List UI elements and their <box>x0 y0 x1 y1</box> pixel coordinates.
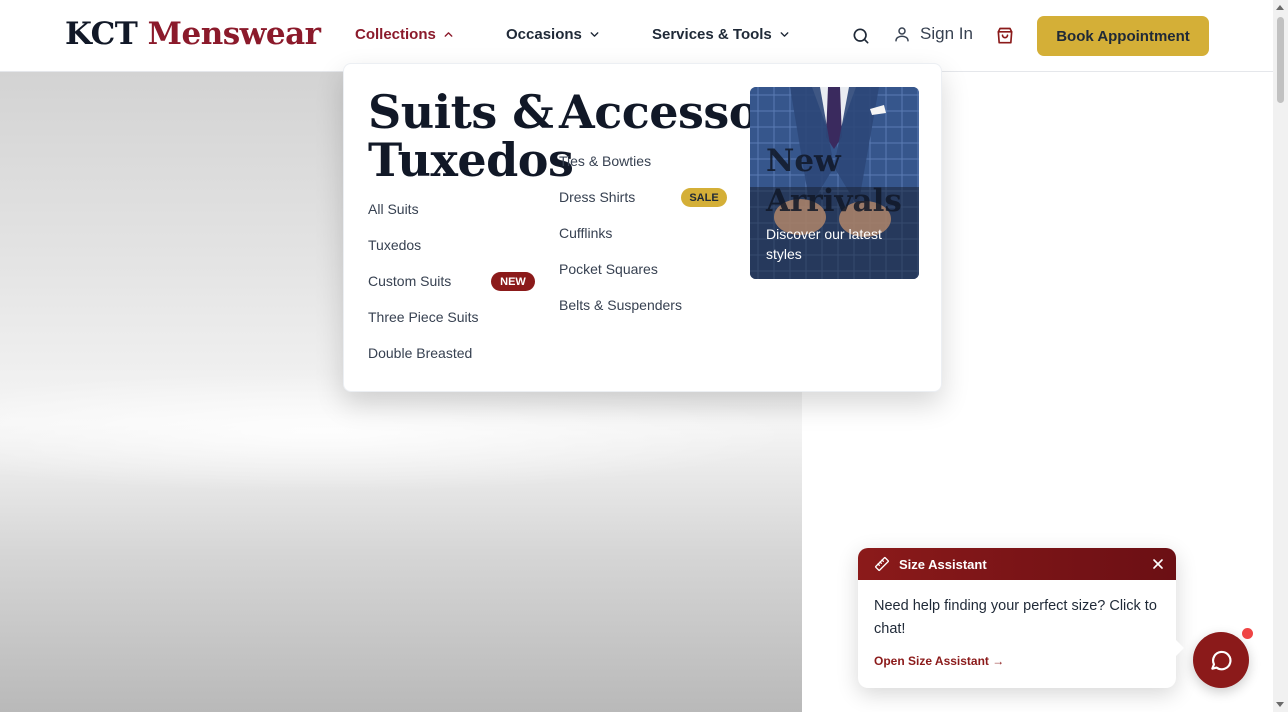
promo-title-line2: Arrivals <box>766 183 902 219</box>
scrollbar[interactable] <box>1273 0 1288 712</box>
notification-dot <box>1242 628 1253 639</box>
sign-in-label: Sign In <box>920 24 973 43</box>
book-appointment-button[interactable]: Book Appointment <box>1037 16 1209 56</box>
menu-link-cufflinks[interactable]: Cufflinks <box>559 225 612 241</box>
scroll-down-icon[interactable] <box>1276 702 1284 707</box>
new-arrivals-promo[interactable]: New Arrivals Discover our latest styles <box>750 87 919 279</box>
scrollbar-thumb[interactable] <box>1277 17 1284 103</box>
nav-occasions[interactable]: Occasions <box>506 26 601 43</box>
sign-in-link[interactable]: Sign In <box>893 24 973 44</box>
cart-button[interactable] <box>993 24 1017 48</box>
ruler-icon <box>875 557 889 571</box>
promo-title: New Arrivals <box>766 141 902 221</box>
chevron-down-icon <box>780 32 789 37</box>
suits-tuxedos-heading: Suits & Tuxedos <box>368 85 574 187</box>
nav-services-label: Services & Tools <box>652 26 772 43</box>
menu-link-custom-suits[interactable]: Custom Suits <box>368 273 451 289</box>
site-header: KCT Menswear Collections Occasions Servi… <box>0 0 1273 72</box>
brand-name-part2: Menswear <box>147 16 321 52</box>
open-size-assistant-link[interactable]: Open Size Assistant → <box>874 654 1004 668</box>
new-badge: NEW <box>491 272 535 291</box>
search-icon <box>853 28 869 44</box>
popup-pointer <box>1176 640 1184 656</box>
size-assistant-header: Size Assistant <box>858 548 1176 580</box>
collections-mega-menu: Suits & Tuxedos All Suits Tuxedos Custom… <box>343 63 942 392</box>
chevron-up-icon <box>444 32 453 37</box>
promo-subtitle: Discover our latest styles <box>766 226 882 262</box>
page: KCT Menswear Collections Occasions Servi… <box>0 0 1288 712</box>
nav-collections[interactable]: Collections <box>355 26 455 43</box>
menu-link-belts-suspenders[interactable]: Belts & Suspenders <box>559 297 682 313</box>
search-button[interactable] <box>849 24 873 48</box>
menu-link-pocket-squares[interactable]: Pocket Squares <box>559 261 658 277</box>
user-icon <box>895 27 909 42</box>
brand-logo[interactable]: KCT Menswear <box>65 16 321 52</box>
menu-link-dress-shirts[interactable]: Dress Shirts <box>559 189 635 205</box>
size-assistant-message: Need help finding your perfect size? Cli… <box>874 598 1157 637</box>
menu-link-ties-bowties[interactable]: Ties & Bowties <box>559 153 651 169</box>
menu-link-all-suits[interactable]: All Suits <box>368 201 419 217</box>
scroll-up-icon[interactable] <box>1276 5 1284 10</box>
menu-link-tuxedos[interactable]: Tuxedos <box>368 237 421 253</box>
suits-heading-line1: Suits & <box>368 85 554 139</box>
size-assistant-popup: Size Assistant Need help finding your pe… <box>858 548 1184 688</box>
nav-services-tools[interactable]: Services & Tools <box>652 26 791 43</box>
chat-button[interactable] <box>1193 632 1249 688</box>
promo-title-line1: New <box>766 143 841 179</box>
menu-link-double-breasted[interactable]: Double Breasted <box>368 345 472 361</box>
nav-collections-label: Collections <box>355 26 436 43</box>
chat-bubble-icon <box>1211 650 1232 671</box>
suits-heading-line2: Tuxedos <box>368 133 574 187</box>
shopping-bag-icon <box>997 27 1013 44</box>
chevron-down-icon <box>590 32 599 37</box>
close-icon[interactable] <box>1150 556 1166 572</box>
nav-occasions-label: Occasions <box>506 26 582 43</box>
sale-badge: SALE <box>681 188 727 207</box>
size-assistant-title: Size Assistant <box>899 556 987 572</box>
menu-link-three-piece-suits[interactable]: Three Piece Suits <box>368 309 479 325</box>
brand-name-part1: KCT <box>65 16 138 52</box>
